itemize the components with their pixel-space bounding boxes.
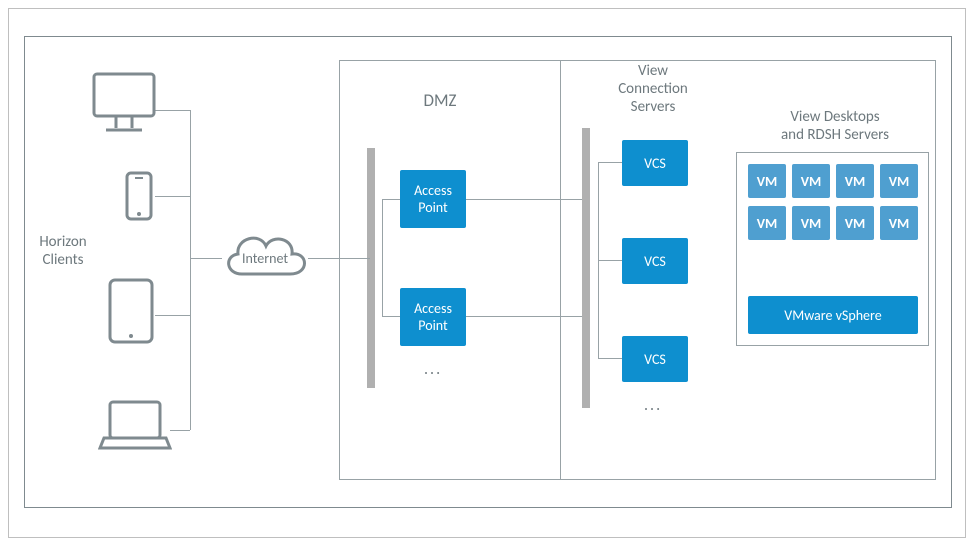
tablet-icon [106, 276, 156, 346]
vcs-1: VCS [622, 140, 688, 186]
vm-r2c2: VM [792, 206, 830, 240]
horizon-clients-label: Horizon Clients [28, 233, 98, 269]
vm-r2c1: VM [748, 206, 786, 240]
vm-r1c4: VM [880, 164, 918, 198]
vm-r1c2: VM [792, 164, 830, 198]
dmz-to-ap1-2 [382, 199, 400, 200]
diagram-canvas: Horizon Clients DMZ View Connection Serv… [0, 0, 975, 548]
dmz-branch-vertical-2 [382, 199, 383, 316]
ap1-out-2 [466, 199, 582, 200]
vm-r1c3: VM [836, 164, 874, 198]
vcs-row2-in-2 [598, 260, 622, 261]
phone-icon [124, 170, 154, 222]
vm-r2c3: VM [836, 206, 874, 240]
vcs-row3-in-2 [598, 358, 622, 359]
client-monitor-line [155, 110, 190, 111]
cloud-to-dmz-line-2 [308, 258, 370, 259]
vmware-vsphere-box: VMware vSphere [748, 296, 918, 334]
dmz-bar [367, 148, 375, 388]
view-desktops-label-top: View Desktops and RDSH Servers [740, 108, 930, 144]
vcs-ellipsis: ... [644, 396, 662, 415]
laptop-icon [98, 398, 172, 454]
vcs-row1-in-2 [598, 162, 622, 163]
dmz-label-top: DMZ [410, 90, 470, 111]
internet-label: Internet [232, 250, 298, 267]
client-phone-line [155, 196, 190, 197]
client-laptop-line [170, 430, 190, 431]
client-tablet-line [155, 315, 190, 316]
vcs-2: VCS [622, 238, 688, 284]
monitor-icon [88, 70, 160, 140]
client-bus-vertical [190, 110, 191, 430]
vm-r1c1: VM [748, 164, 786, 198]
ap-ellipsis: ... [424, 360, 442, 379]
access-point-1: Access Point [400, 170, 466, 228]
ap2-out-2 [466, 316, 582, 317]
dmz-to-ap2-2 [382, 316, 400, 317]
vcs-bar [582, 128, 590, 408]
access-point-2: Access Point [400, 288, 466, 346]
vm-r2c4: VM [880, 206, 918, 240]
view-conn-label-top: View Connection Servers [593, 62, 713, 116]
datacenter-divider [560, 60, 561, 480]
vcs-3: VCS [622, 336, 688, 382]
